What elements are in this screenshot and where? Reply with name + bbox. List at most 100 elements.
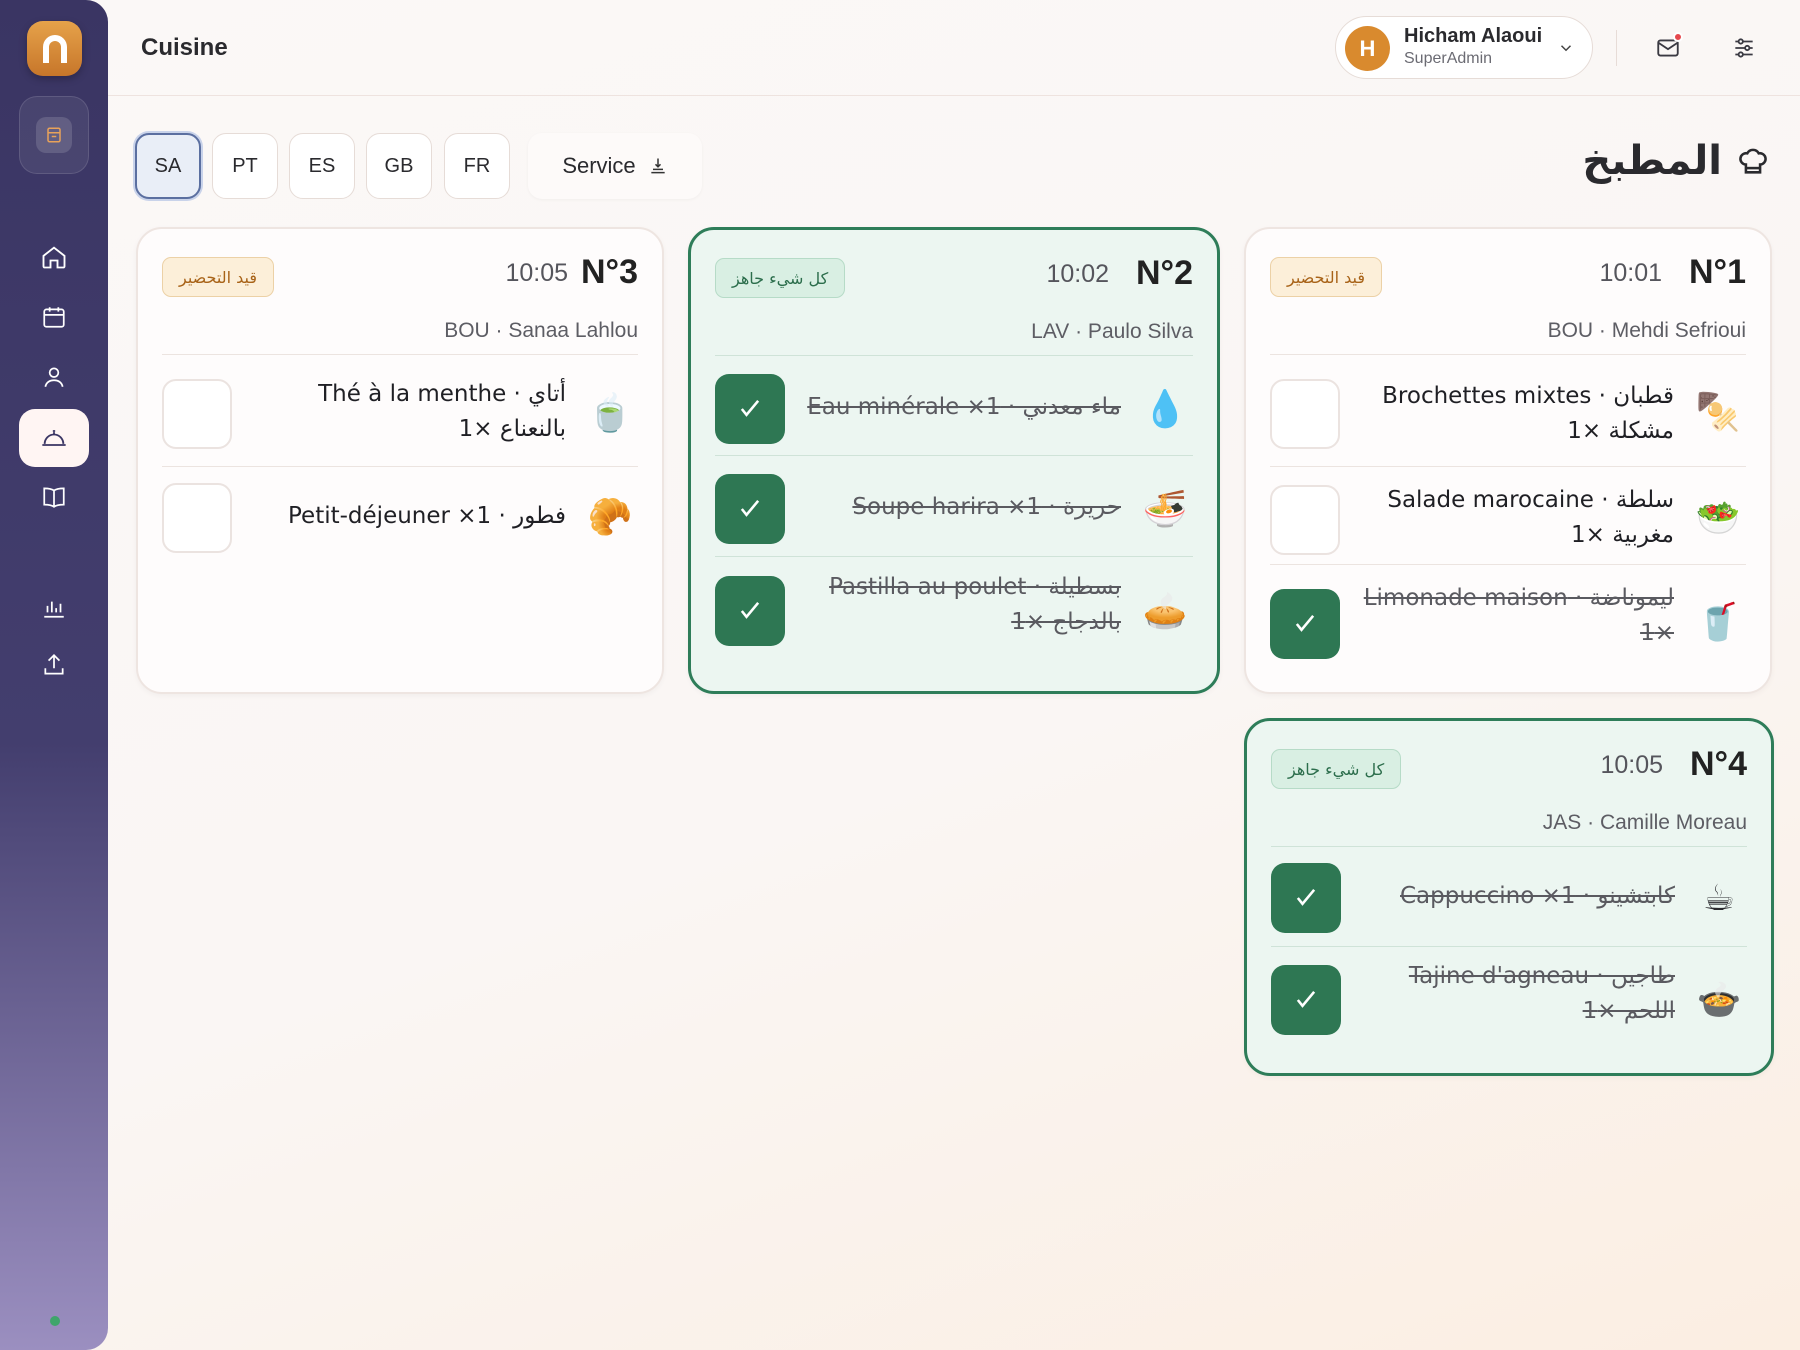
item-checkbox[interactable] xyxy=(162,379,232,449)
connection-status-dot xyxy=(50,1316,60,1326)
cloche-icon xyxy=(42,430,66,446)
item-name: حريرة · Soupe harira ×1 xyxy=(852,494,1121,520)
sidebar-item-kitchen[interactable] xyxy=(19,409,89,467)
order-item: سلطة · Salade marocaine مغربية ×1 🥗 xyxy=(1270,475,1746,565)
book-icon xyxy=(43,487,65,508)
user-menu[interactable]: H Hicham Alaoui SuperAdmin xyxy=(1335,16,1593,79)
notification-dot xyxy=(1673,32,1683,42)
card-divider xyxy=(1270,466,1746,467)
tajine-pot-icon: 🍲 xyxy=(1696,980,1742,1021)
chevron-down-icon xyxy=(1560,45,1572,52)
water-drop-icon: 💧 xyxy=(1142,389,1188,430)
page-title-text: المطبخ xyxy=(1582,138,1722,184)
user-role: SuperAdmin xyxy=(1404,50,1493,67)
order-item: كابتشينو · Cappuccino ×1 ☕ xyxy=(1271,857,1747,947)
order-number: N°3 xyxy=(580,253,638,291)
chef-hat-icon xyxy=(1739,148,1767,174)
home-icon xyxy=(42,246,66,269)
service-label: Service xyxy=(562,153,636,178)
check-icon xyxy=(1295,615,1315,632)
item-checkbox[interactable] xyxy=(1270,485,1340,555)
kebab-icon: 🍢 xyxy=(1695,392,1741,433)
item-checkbox-checked[interactable] xyxy=(1270,589,1340,659)
sidebar-item-menu[interactable] xyxy=(19,468,89,526)
lang-filter-sa[interactable]: SA xyxy=(135,133,201,199)
item-checkbox-checked[interactable] xyxy=(1271,965,1341,1035)
messages-button[interactable] xyxy=(1652,32,1684,64)
croissant-icon: 🥐 xyxy=(587,497,633,538)
item-name: سلطة · Salade marocaine مغربية ×1 xyxy=(1387,487,1674,548)
status-badge: قيد التحضير xyxy=(1270,257,1382,297)
sidebar-item-home[interactable] xyxy=(19,228,89,286)
check-icon xyxy=(740,400,760,417)
salad-icon: 🥗 xyxy=(1695,498,1741,539)
lang-filter-pt[interactable]: PT xyxy=(212,133,278,199)
order-number: N°1 xyxy=(1688,253,1746,291)
check-icon xyxy=(1296,991,1316,1008)
tea-cup-icon: 🍵 xyxy=(587,393,633,434)
order-item: أتاي · Thé à la menthe بالنعناع ×1 🍵 xyxy=(162,369,638,459)
settings-button[interactable] xyxy=(1728,32,1760,64)
order-item: قطبان · Brochettes mixtes مشكلة ×1 🍢 xyxy=(1270,369,1746,459)
card-divider xyxy=(1270,564,1746,565)
order-item: طاجين · Tajine d'agneau اللحم ×1 🍲 xyxy=(1271,959,1747,1049)
status-badge: قيد التحضير xyxy=(162,257,274,297)
order-meta: JAS · Camille Moreau xyxy=(1542,811,1747,834)
order-card-3: قيد التحضير 10:05 N°3 BOU · Sanaa Lahlou… xyxy=(136,227,664,694)
item-name: أتاي · Thé à la menthe بالنعناع ×1 xyxy=(318,381,566,442)
top-bar: Cuisine H Hicham Alaoui SuperAdmin xyxy=(108,0,1800,96)
item-name: قطبان · Brochettes mixtes مشكلة ×1 xyxy=(1382,383,1674,444)
item-name: ليموناضة · Limonade maison ×1 xyxy=(1363,585,1674,646)
sliders-icon xyxy=(1735,38,1753,58)
sidebar-item-users[interactable] xyxy=(19,348,89,406)
store-selector-button[interactable] xyxy=(19,96,89,174)
status-badge: كل شيء جاهز xyxy=(715,258,846,298)
order-time: 10:05 xyxy=(505,259,568,287)
service-bell-icon xyxy=(651,158,665,174)
order-item: حريرة · Soupe harira ×1 🍜 xyxy=(715,468,1193,558)
lang-filter-gb[interactable]: GB xyxy=(366,133,432,199)
item-name: فطور · Petit-déjeuner ×1 xyxy=(288,503,566,529)
item-checkbox-checked[interactable] xyxy=(715,576,785,646)
header-divider xyxy=(1616,30,1617,66)
calendar-icon xyxy=(43,307,65,328)
order-meta: BOU · Mehdi Sefrioui xyxy=(1547,319,1746,342)
check-icon xyxy=(1296,889,1316,906)
card-divider xyxy=(715,556,1193,557)
noodle-bowl-icon: 🍜 xyxy=(1142,489,1188,530)
sidebar-item-export[interactable] xyxy=(19,636,89,694)
card-divider xyxy=(1271,846,1747,847)
order-meta: LAV · Paulo Silva xyxy=(1031,320,1193,343)
sidebar-item-stats[interactable] xyxy=(19,578,89,636)
lang-filter-fr[interactable]: FR xyxy=(444,133,510,199)
order-item: ليموناضة · Limonade maison ×1 🥤 xyxy=(1270,581,1746,671)
order-time: 10:01 xyxy=(1599,259,1662,287)
page-header-title: Cuisine xyxy=(141,34,228,61)
service-button[interactable]: Service xyxy=(528,133,702,199)
order-time: 10:05 xyxy=(1600,751,1663,779)
app-logo[interactable] xyxy=(27,21,82,76)
item-checkbox[interactable] xyxy=(162,483,232,553)
upload-icon xyxy=(44,654,64,675)
item-checkbox-checked[interactable] xyxy=(715,474,785,544)
bar-chart-icon xyxy=(44,601,64,618)
store-icon xyxy=(36,117,72,153)
lang-filter-es[interactable]: ES xyxy=(289,133,355,199)
status-badge: كل شيء جاهز xyxy=(1271,749,1402,789)
item-name: ماء معدني · Eau minérale ×1 xyxy=(807,394,1121,420)
item-checkbox-checked[interactable] xyxy=(715,374,785,444)
drink-cup-icon: 🥤 xyxy=(1695,602,1741,643)
page-title: المطبخ xyxy=(1582,138,1770,184)
order-card-2: كل شيء جاهز 10:02 N°2 LAV · Paulo Silva … xyxy=(688,227,1220,694)
check-icon xyxy=(740,602,760,619)
card-divider xyxy=(715,455,1193,456)
order-number: N°4 xyxy=(1689,745,1747,783)
avatar: H xyxy=(1345,26,1390,71)
sidebar-item-calendar[interactable] xyxy=(19,288,89,346)
item-name: بسطيلة · Pastilla au poulet بالدجاج ×1 xyxy=(829,574,1121,635)
order-card-1: قيد التحضير 10:01 N°1 BOU · Mehdi Sefrio… xyxy=(1244,227,1772,694)
sidebar xyxy=(0,0,108,1350)
item-checkbox[interactable] xyxy=(1270,379,1340,449)
coffee-cup-icon: ☕ xyxy=(1702,877,1736,919)
item-checkbox-checked[interactable] xyxy=(1271,863,1341,933)
